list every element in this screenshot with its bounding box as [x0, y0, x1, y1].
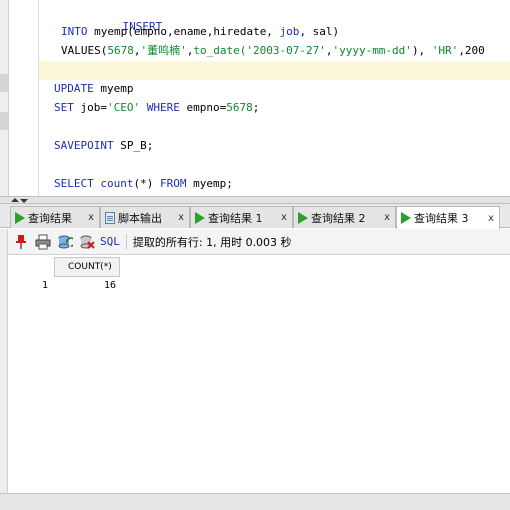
cancel-query-button[interactable] — [78, 233, 96, 251]
tab-close-icon[interactable]: x — [88, 212, 94, 223]
run-result-icon — [15, 211, 25, 224]
script-output-icon — [105, 211, 115, 224]
sql-button[interactable]: SQL — [100, 235, 120, 248]
code-line-5: SET job='CEO' WHERE empno=5678; — [54, 101, 259, 115]
run-result-icon — [195, 211, 205, 224]
tab-label: 查询结果 2 — [311, 211, 366, 225]
code-line-2: INTO myemp(empno,ename,hiredate, job, sa… — [61, 25, 339, 39]
keyword: SAVEPOINT — [54, 139, 121, 152]
tab-close-icon[interactable]: x — [178, 212, 184, 223]
number-literal: 5678 — [107, 44, 134, 57]
keyword: FROM — [159, 177, 194, 190]
code-text: , sal) — [299, 25, 340, 38]
tab-label: 脚本输出 — [118, 211, 162, 225]
run-result-icon — [298, 211, 308, 224]
editor-left-strip — [0, 0, 9, 196]
bottom-status-bar — [0, 493, 510, 510]
fetch-status-text: 提取的所有行: 1, 用时 0.003 秒 — [132, 235, 292, 249]
tab-query-result[interactable]: 查询结果 x — [10, 206, 100, 228]
keyword: SET — [54, 101, 81, 114]
code-text: SP_B; — [120, 139, 154, 152]
tab-label: 查询结果 3 — [414, 212, 469, 225]
tab-query-result-3[interactable]: 查询结果 3 x — [396, 206, 500, 229]
expand-down-icon[interactable] — [20, 199, 28, 203]
keyword: INTO — [61, 25, 95, 38]
pane-splitter[interactable] — [0, 196, 510, 204]
keyword: SELECT — [54, 177, 101, 190]
tab-close-icon[interactable]: x — [281, 212, 287, 223]
keyword: WHERE — [140, 101, 187, 114]
toolbar-separator — [125, 233, 127, 250]
code-text: myemp — [100, 82, 134, 95]
left-panel-edge — [0, 229, 8, 493]
printer-icon — [35, 234, 51, 249]
code-text: (*) — [133, 177, 160, 190]
code-text: myemp(empno,ename,hiredate, — [94, 25, 280, 38]
editor-gutter-divider — [38, 0, 39, 196]
keyword: UPDATE — [54, 82, 101, 95]
string-literal: 'yyyy-mm-dd' — [332, 44, 412, 57]
current-line-highlight — [39, 61, 510, 80]
result-grid[interactable]: COUNT(*) 1 16 — [8, 255, 510, 493]
tab-script-output[interactable]: 脚本输出 x — [100, 206, 190, 228]
tab-close-icon[interactable]: x — [384, 212, 390, 223]
code-text: ; — [252, 101, 260, 114]
function-name: count — [100, 177, 134, 190]
pin-icon — [16, 234, 26, 249]
collapse-up-icon[interactable] — [11, 198, 19, 202]
code-line-4: UPDATE myemp — [54, 82, 133, 96]
tab-close-icon[interactable]: x — [488, 213, 494, 224]
code-line-7: SELECT count(*) FROM myemp; — [54, 177, 233, 191]
print-button[interactable] — [34, 233, 52, 251]
tab-query-result-2[interactable]: 查询结果 2 x — [293, 206, 396, 228]
run-result-icon — [401, 212, 411, 224]
code-text: myemp; — [193, 177, 233, 190]
code-text: VALUES( — [61, 44, 108, 57]
grid-cell[interactable]: 16 — [54, 277, 120, 295]
row-number: 1 — [41, 280, 48, 291]
code-text: job — [80, 101, 101, 114]
tab-label: 查询结果 — [28, 211, 72, 225]
results-tab-bar: 查询结果 x 脚本输出 x 查询结果 1 x 查询结果 2 x 查询结果 3 x — [0, 204, 510, 229]
refresh-db-icon — [58, 235, 73, 248]
keyword: job — [279, 25, 300, 38]
code-text: empno= — [186, 101, 227, 114]
refresh-button[interactable] — [56, 233, 74, 251]
number-literal: 5678 — [226, 101, 253, 114]
code-line-6: SAVEPOINT SP_B; — [54, 139, 153, 153]
code-text: ,200 — [458, 44, 485, 57]
pin-button[interactable] — [12, 233, 30, 251]
code-line-3: VALUES(5678,'董鸣楠',to_date('2003-07-27','… — [61, 44, 485, 58]
tab-query-result-1[interactable]: 查询结果 1 x — [190, 206, 293, 228]
strip-marker — [0, 74, 8, 92]
column-header-count[interactable]: COUNT(*) — [54, 257, 120, 277]
tab-label: 查询结果 1 — [208, 211, 263, 225]
string-literal: 'CEO' — [107, 101, 141, 114]
cancel-db-icon — [80, 235, 95, 249]
strip-marker — [0, 112, 8, 130]
string-literal: '2003-07-27' — [246, 44, 326, 57]
sql-editor[interactable]: INSERT INTO myemp(empno,ename,hiredate, … — [0, 0, 510, 196]
code-text: = — [100, 101, 107, 114]
string-literal: 'HR' — [431, 44, 459, 57]
string-literal: '董鸣楠' — [140, 44, 187, 57]
results-toolbar: SQL 提取的所有行: 1, 用时 0.003 秒 — [8, 229, 510, 255]
code-text: ), — [411, 44, 432, 57]
function-name: to_date( — [193, 44, 247, 57]
